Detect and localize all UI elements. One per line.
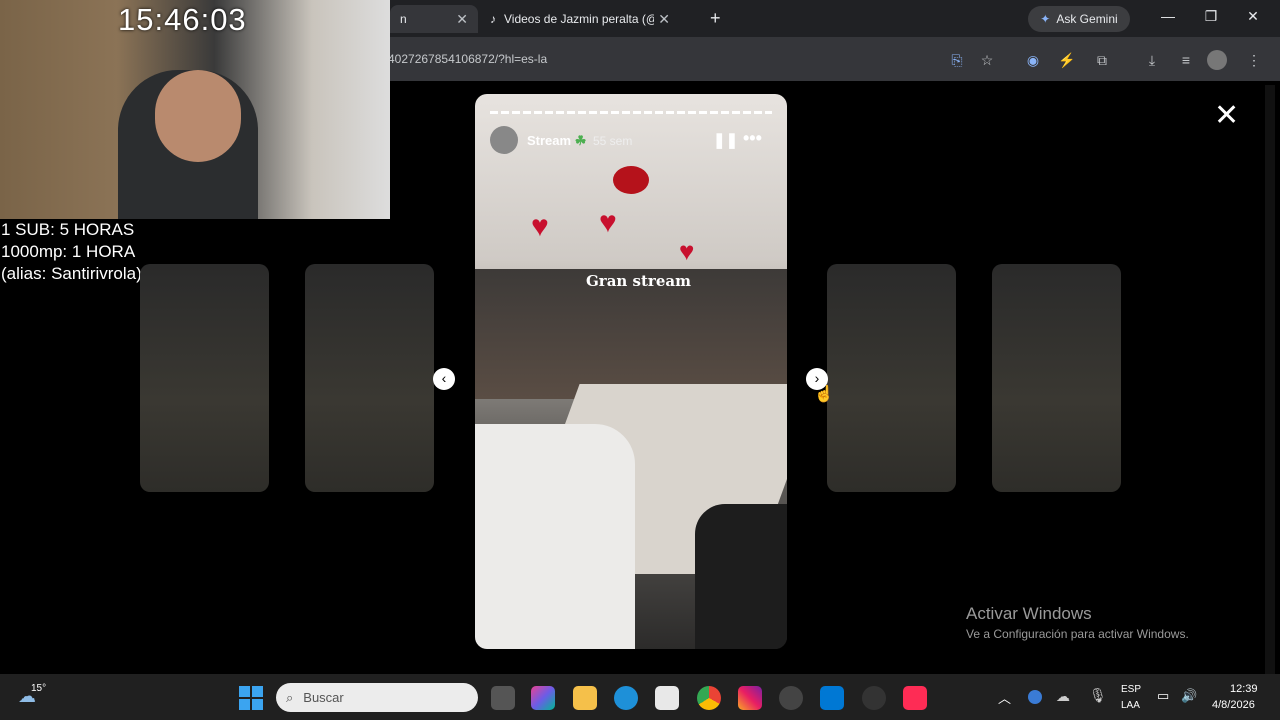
clock-date[interactable]: 4/8/2026 (1212, 699, 1255, 711)
obs-icon[interactable] (779, 686, 803, 710)
tab-tiktok[interactable]: ♪ Videos de Jazmin peralta (@jaz... ✕ (480, 5, 680, 33)
vscode-icon[interactable] (820, 686, 844, 710)
network-icon[interactable]: ▭ (1157, 688, 1169, 704)
previous-story-button[interactable]: ‹ (433, 368, 455, 390)
story-time-ago: 55 sem (593, 134, 633, 148)
language-code[interactable]: ESP (1121, 684, 1141, 695)
activate-windows-title: Activar Windows (966, 604, 1092, 623)
download-icon[interactable]: ⤓ (1141, 49, 1163, 71)
story-username[interactable]: Stream ☘ (527, 133, 586, 149)
tab-title: n (400, 12, 407, 26)
overlay-sub-line: 1 SUB: 5 HORAS (1, 220, 135, 239)
username-text: Stream (527, 133, 572, 148)
cursor-icon: ☝ (814, 386, 834, 403)
bookmark-star-icon[interactable]: ☆ (976, 49, 998, 71)
tab-title: Videos de Jazmin peralta (@jaz... (504, 12, 654, 26)
close-window-icon[interactable]: ✕ (1238, 8, 1268, 25)
activate-windows-subtitle: Ve a Configuración para activar Windows. (966, 627, 1189, 641)
microsoft-365-icon[interactable] (531, 686, 555, 710)
task-view-icon[interactable] (491, 686, 515, 710)
tiktok-app-icon[interactable] (903, 686, 927, 710)
heart-balloon-icon: ♥ (679, 236, 695, 266)
minimize-icon[interactable]: — (1153, 8, 1183, 24)
onedrive-icon[interactable]: ☁ (1056, 688, 1070, 705)
story-viewer[interactable]: ♥ ♥ ♥ Stream ☘ 55 sem ❚❚ ••• Gran stream (475, 94, 787, 649)
stream-clock: 15:46:03 (118, 2, 247, 37)
story-thumbnail[interactable] (992, 264, 1121, 492)
close-tab-icon[interactable]: ✕ (456, 11, 468, 28)
tab-previous[interactable]: n ✕ (390, 5, 478, 33)
foreground-figure (695, 504, 787, 649)
story-thumbnail[interactable] (827, 264, 956, 492)
gemini-icon: ✦ (1040, 12, 1051, 26)
badge-icon: ☘ (574, 133, 587, 148)
pause-icon[interactable]: ❚❚ (713, 131, 738, 149)
windows-taskbar (0, 674, 1280, 720)
story-thumbnail[interactable] (140, 264, 269, 492)
volume-icon[interactable]: 🔊 (1181, 688, 1197, 704)
microphone-icon[interactable]: 🎙 (1089, 687, 1107, 704)
foreground-figure (475, 424, 635, 649)
story-progress-segments (490, 111, 772, 114)
story-thumbnail[interactable] (305, 264, 434, 492)
windows-start-icon[interactable] (239, 686, 263, 710)
ask-gemini-button[interactable]: ✦ Ask Gemini (1028, 6, 1130, 32)
heart-balloon-icon: ♥ (599, 206, 617, 239)
close-viewer-icon[interactable]: ✕ (1214, 101, 1239, 131)
url-field[interactable]: 4027267854106872/?hl=es-la (388, 52, 547, 66)
clock-time[interactable]: 12:39 (1230, 683, 1258, 695)
restore-icon[interactable]: ❐ (1196, 8, 1226, 25)
search-placeholder: Buscar (303, 690, 344, 705)
balloon (613, 166, 649, 194)
profile-avatar[interactable] (1207, 50, 1227, 70)
new-tab-button[interactable]: + (710, 8, 721, 29)
close-tab-icon[interactable]: ✕ (658, 11, 670, 28)
app-icon[interactable] (862, 686, 886, 710)
story-caption: Gran stream (586, 272, 691, 290)
instagram-icon[interactable] (738, 686, 762, 710)
overlay-points-line: 1000mp: 1 HORA (1, 242, 136, 261)
streamer-face (155, 70, 241, 162)
read-aloud-icon[interactable]: ◉ (1022, 49, 1044, 71)
overlay-alias-line: (alias: Santirivrola) (1, 264, 142, 283)
ask-gemini-label: Ask Gemini (1056, 12, 1118, 26)
tiktok-icon: ♪ (490, 12, 496, 26)
install-app-icon[interactable]: ⎘ (946, 49, 968, 71)
extensions-puzzle-icon[interactable]: ⧉ (1091, 49, 1113, 71)
weather-temp: 15° (31, 683, 47, 694)
chrome-icon[interactable] (697, 686, 721, 710)
menu-kebab-icon[interactable]: ⋮ (1243, 49, 1265, 71)
microsoft-store-icon[interactable] (655, 686, 679, 710)
heart-balloon-icon: ♥ (531, 210, 549, 243)
more-options-icon[interactable]: ••• (743, 128, 762, 149)
media-controls-icon[interactable]: ≡ (1175, 49, 1197, 71)
story-avatar[interactable] (490, 126, 518, 154)
language-layout[interactable]: LAA (1121, 700, 1140, 711)
show-hidden-icons-icon[interactable]: ︿ (998, 688, 1011, 707)
taskbar-search[interactable]: ⌕ Buscar (276, 683, 478, 712)
file-explorer-icon[interactable] (573, 686, 597, 710)
scrollbar[interactable] (1265, 85, 1275, 675)
search-icon: ⌕ (286, 689, 294, 705)
extension-icon[interactable]: ⚡ (1056, 49, 1078, 71)
tray-app-icon[interactable] (1028, 690, 1042, 704)
edge-icon[interactable] (614, 686, 638, 710)
